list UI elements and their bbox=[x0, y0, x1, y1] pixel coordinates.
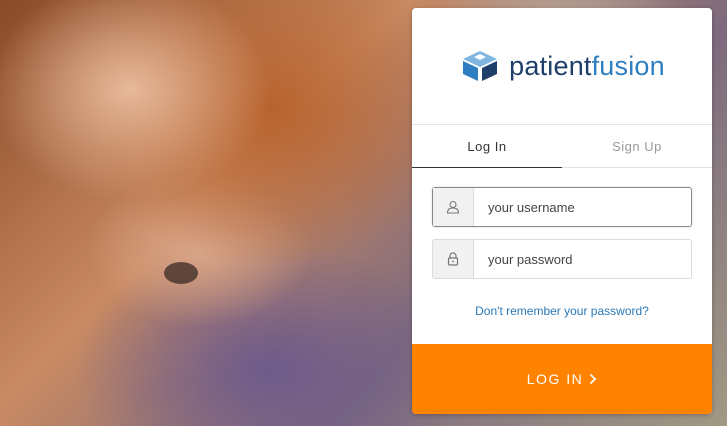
chevron-right-icon bbox=[590, 373, 597, 385]
password-input[interactable] bbox=[474, 240, 691, 278]
login-panel: patientfusion Log In Sign Up Don't remem… bbox=[412, 8, 712, 414]
photo-detail bbox=[164, 262, 198, 284]
cube-icon bbox=[463, 51, 498, 81]
username-input[interactable] bbox=[474, 188, 691, 226]
brand-name: patientfusion bbox=[509, 51, 665, 82]
brand-name-part1: patient bbox=[509, 50, 592, 81]
tab-sign-up[interactable]: Sign Up bbox=[562, 125, 712, 167]
lock-icon bbox=[433, 240, 474, 278]
password-field bbox=[432, 239, 692, 279]
user-icon bbox=[433, 188, 474, 226]
log-in-button[interactable]: LOG IN bbox=[412, 344, 712, 414]
forgot-password-link[interactable]: Don't remember your password? bbox=[412, 304, 712, 318]
log-in-button-label: LOG IN bbox=[526, 371, 584, 387]
username-field bbox=[432, 187, 692, 227]
brand-header: patientfusion bbox=[412, 8, 712, 125]
auth-tabs: Log In Sign Up bbox=[412, 125, 712, 168]
brand-name-part2: fusion bbox=[591, 50, 665, 81]
tab-log-in[interactable]: Log In bbox=[412, 125, 562, 168]
